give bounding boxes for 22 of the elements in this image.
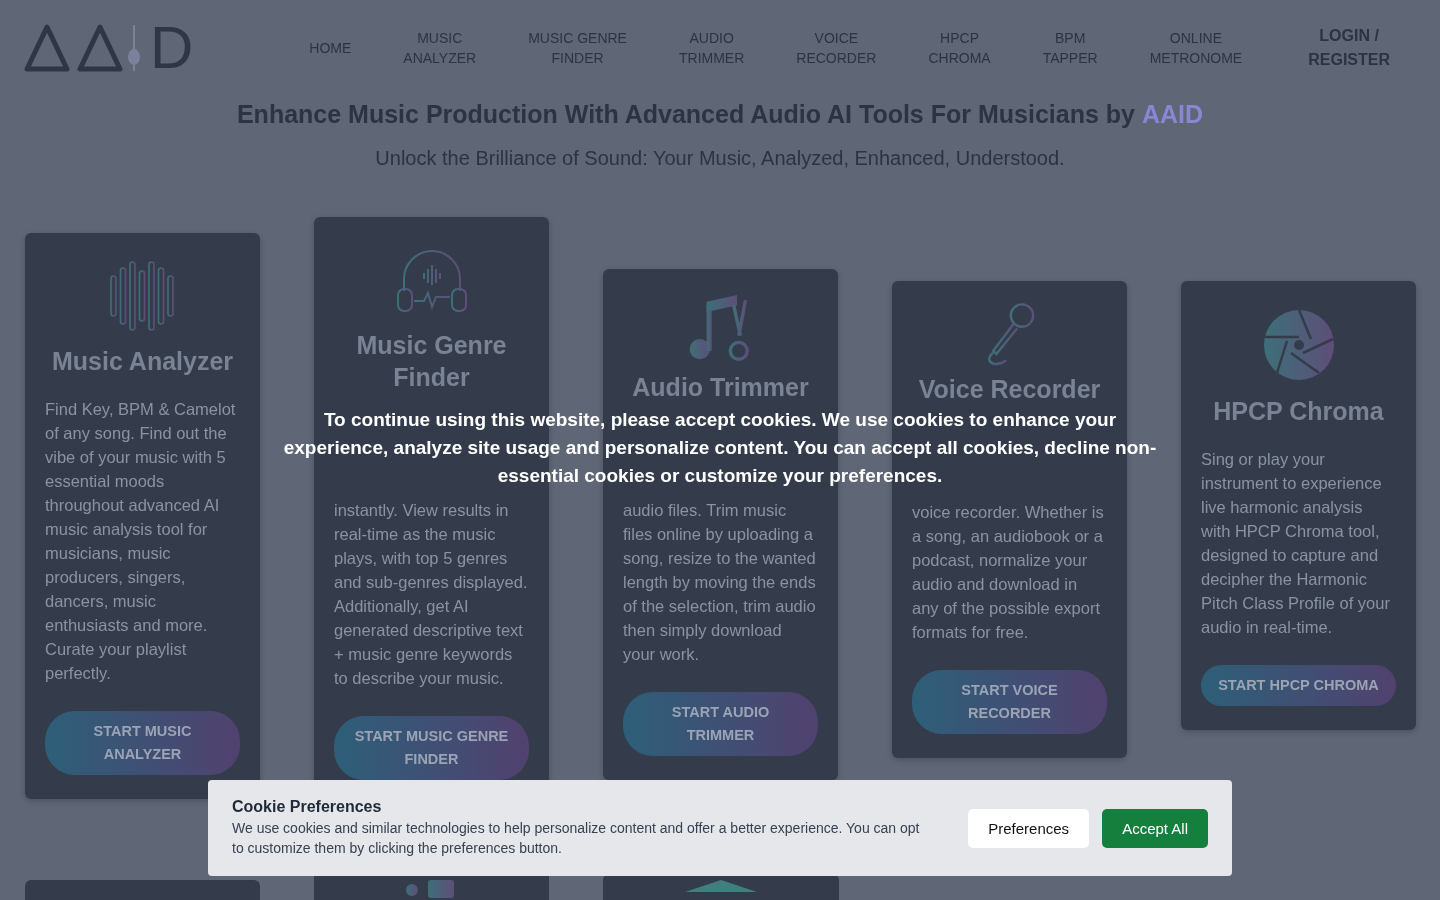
brand-link[interactable]: AAID [1141, 100, 1204, 129]
preferences-button[interactable]: Preferences [968, 808, 1090, 848]
card-description: Find Key, BPM & Camelot of any song. Find out the vibe of your music with 5 essential moods throughout advanced AI music analysis tool for musicians, music producers, singers, dancers, music enthusiasts and more. Curate your playlist perfectly. [45, 399, 237, 684]
start-button[interactable]: START AUDIO TRIMMER [623, 692, 818, 756]
card-title: Audio Trimmer [632, 372, 809, 403]
card-description: audio files. Trim music files online by uploading a song, resize to the wanted length by moving the ends of the selection, trim audio then simply download your work. [623, 500, 817, 665]
card-description: instantly. View results in real-time as the music plays, with top 5 genres and sub-genres displayed. Additionally, get AI generated descriptive text + music genre keywords to describe your music. [334, 500, 529, 689]
card-description: voice recorder. Whether is a song, an audiobook or a podcast, normalize your audio and download in any of the possible export formats for free. [912, 502, 1105, 643]
accept-all-button[interactable]: Accept All [1102, 808, 1208, 848]
cookie-title: Cookie Preferences [232, 798, 383, 816]
aperture-icon [1262, 309, 1335, 381]
start-button[interactable]: START MUSIC GENRE FINDER [334, 716, 529, 780]
card-description: Sing or play your instrument to experience live harmonic analysis with HPCP Chroma tool, designed to capture and decipher the Harmonic Pitch Class Profile of your audio in real-time. [1201, 449, 1391, 638]
card-title: Music Analyzer [51, 346, 234, 377]
start-button[interactable]: START VOICE RECORDER [912, 670, 1107, 734]
card-title: Voice Recorder [918, 374, 1101, 405]
card-title: HPCP Chroma [1213, 396, 1384, 427]
start-button[interactable]: START HPCP CHROMA [1201, 665, 1396, 706]
card-title: Music Genre Finder [355, 330, 508, 393]
cookie-notice-message: To continue using this website, please accept cookies. We use cookies to enhance your experience, analyze site usage and personalize content. You can accept all cookies, decline non-essential cookies or customize your preferences. [282, 408, 1158, 488]
start-button[interactable]: START MUSIC ANALYZER [45, 711, 240, 775]
cookie-text: We use cookies and similar technologies to help personalize content and offer a better experience. You can opt to customize them by clicking the preferences button. [232, 819, 921, 858]
